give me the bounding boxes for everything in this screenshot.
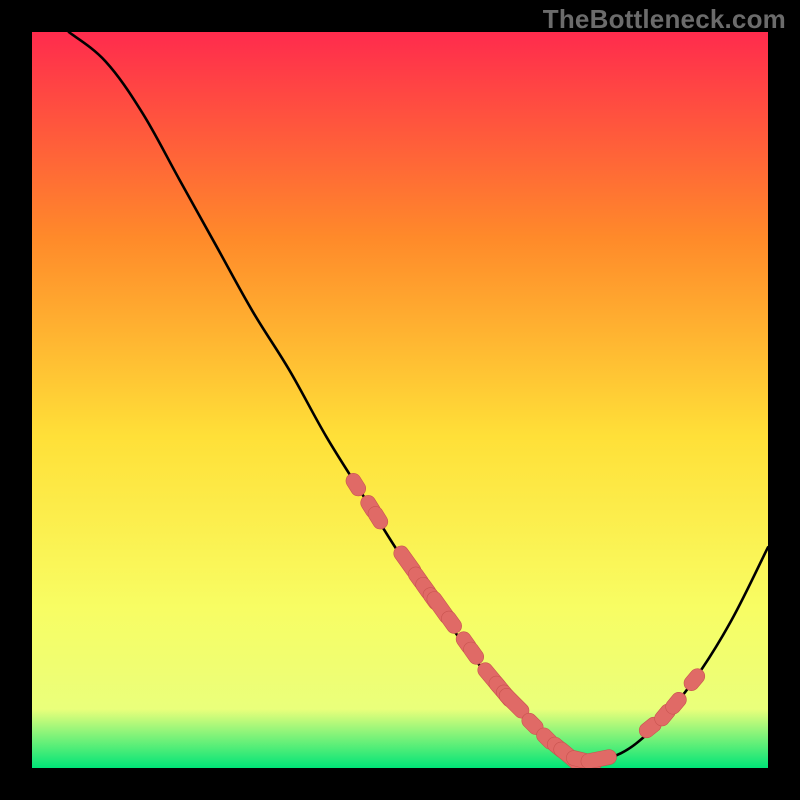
bottleneck-chart	[0, 0, 800, 800]
watermark-text: TheBottleneck.com	[543, 4, 786, 35]
chart-frame: TheBottleneck.com	[0, 0, 800, 800]
plot-background-gradient	[32, 32, 768, 768]
